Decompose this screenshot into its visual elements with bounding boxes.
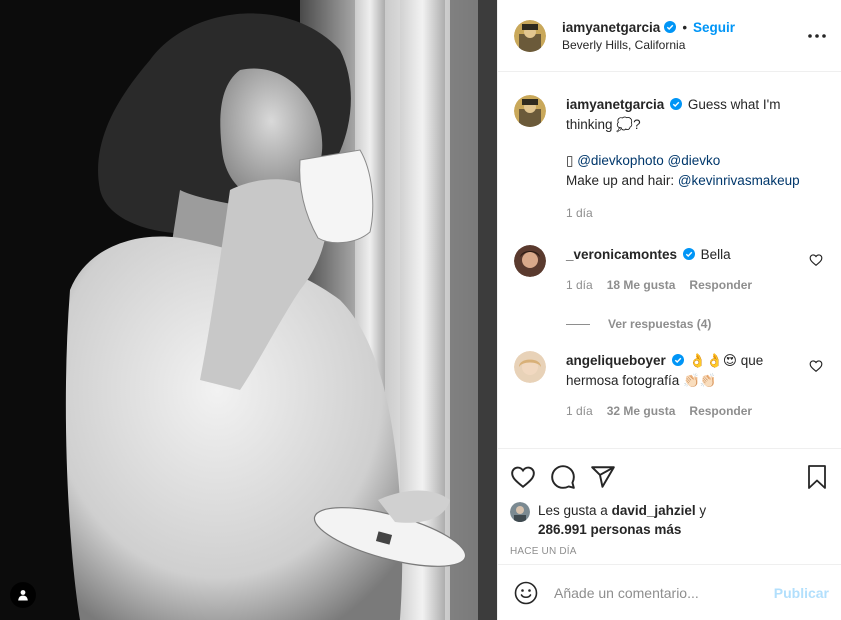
caption-author-avatar[interactable] [514,95,546,127]
avatar-image [514,19,546,52]
replies-divider [566,323,590,325]
commenter-avatar[interactable] [514,351,546,383]
comment-likes[interactable]: 32 Me gusta [607,401,676,421]
share-button[interactable] [590,457,630,497]
follow-button[interactable]: Seguir [693,20,735,35]
commenter-username[interactable]: angeliqueboyer [566,353,666,368]
liker-username[interactable]: david_jahziel [612,503,696,518]
comment-time[interactable]: 1 día [566,401,593,421]
save-button[interactable] [797,457,829,497]
likes-suffix: y [699,503,707,518]
author-username[interactable]: iamyanetgarcia [562,20,660,35]
mention-dievko[interactable]: @dievko [667,153,720,168]
person-icon [18,590,28,601]
likes-prefix: Les gusta a [538,503,608,518]
add-comment-bar: Publicar [498,564,841,620]
comment-like-heart-icon[interactable] [809,253,823,267]
post-timestamp[interactable]: HACE UN DÍA [510,546,829,557]
verified-badge-icon [682,248,695,260]
action-bar [510,457,829,497]
separator-dot: • [682,19,688,35]
bookmark-icon [808,465,826,489]
caption-username[interactable]: iamyanetgarcia [566,97,664,112]
post-header: iamyanetgarcia • Seguir Beverly Hills, C… [498,0,841,72]
likes-summary: Les gusta a david_jahziel y 286.991 pers… [510,501,829,539]
avatar-image [514,245,546,277]
post-actions-section: Les gusta a david_jahziel y 286.991 pers… [498,448,841,557]
verified-badge-icon [670,98,683,110]
comments-list[interactable]: iamyanetgarcia Guess what I'm thinking 💭… [498,73,841,447]
comment-text: Bella [700,247,731,262]
liker-avatar[interactable] [510,502,530,522]
comment-input[interactable] [554,584,774,601]
commenter-username[interactable]: _veronicamontes [566,247,677,262]
comment-item: _veronicamontes Bella 1 día 18 Me gusta … [514,245,825,295]
ellipsis-icon [808,33,826,38]
caption: iamyanetgarcia Guess what I'm thinking 💭… [514,95,825,223]
verified-badge-icon [671,354,684,366]
post-side-panel: iamyanetgarcia • Seguir Beverly Hills, C… [497,0,841,620]
post-location[interactable]: Beverly Hills, California [562,38,805,52]
comment-button[interactable] [550,457,590,497]
verified-badge-icon [664,21,677,33]
view-replies-label: Ver respuestas (4) [608,317,712,331]
post-photo[interactable] [0,0,497,620]
avatar-image [514,351,546,383]
like-button[interactable] [510,457,550,497]
tagged-users-button[interactable] [10,582,36,608]
more-options-button[interactable] [805,24,829,48]
reply-button[interactable]: Responder [689,401,752,421]
author-avatar[interactable] [514,19,546,52]
reply-button[interactable]: Responder [689,275,752,295]
makeup-label: Make up and hair: [566,173,675,188]
caption-time[interactable]: 1 día [566,203,593,223]
commenter-avatar[interactable] [514,245,546,277]
camera-glyph: ▯ [566,153,574,168]
paper-plane-icon [591,466,615,488]
comment-icon [551,465,575,489]
avatar-image [510,502,530,522]
mention-kevinrivasmakeup[interactable]: @kevinrivasmakeup [678,173,800,188]
others-likes-count[interactable]: 286.991 personas más [538,522,681,537]
avatar-image [514,95,546,127]
comment-time[interactable]: 1 día [566,275,593,295]
post-modal: iamyanetgarcia • Seguir Beverly Hills, C… [0,0,841,620]
heart-icon [511,466,535,488]
mention-dievkophoto[interactable]: @dievkophoto [577,153,664,168]
comment-likes[interactable]: 18 Me gusta [607,275,676,295]
smiley-icon[interactable] [514,581,538,605]
black-and-white-portrait-image [0,0,497,620]
publish-button[interactable]: Publicar [774,585,829,601]
comment-item: angeliqueboyer 👌👌😍 que hermosa fotografí… [514,351,825,421]
view-replies-button[interactable]: Ver respuestas (4) [566,317,825,331]
comment-like-heart-icon[interactable] [809,359,823,373]
